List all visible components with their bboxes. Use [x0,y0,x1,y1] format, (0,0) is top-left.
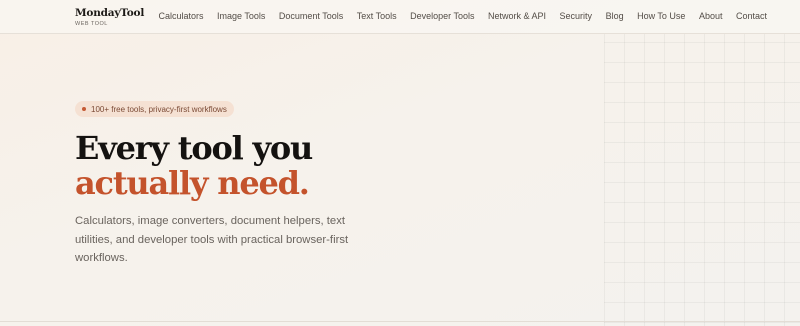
page: MondayTool WEB TOOL Calculators Image To… [0,0,800,326]
nav-developer-tools[interactable]: Developer Tools [410,11,474,21]
nav-blog[interactable]: Blog [606,11,624,21]
brand-logo[interactable]: MondayTool WEB TOOL [75,7,145,28]
hero-headline-line1: Every tool you [75,129,313,167]
site-header: MondayTool WEB TOOL Calculators Image To… [0,0,800,34]
nav-image-tools[interactable]: Image Tools [217,11,265,21]
nav-security[interactable]: Security [560,11,593,21]
hero-headline-line2: actually need. [75,164,310,202]
nav-contact[interactable]: Contact [736,11,767,21]
nav-how-to-use[interactable]: How To Use [637,11,685,21]
badge-dot-icon [82,107,86,111]
nav-about[interactable]: About [699,11,723,21]
hero-badge-label: 100+ free tools, privacy-first workflows [91,104,227,114]
brand-name: MondayTool [75,7,145,19]
hero-badge: 100+ free tools, privacy-first workflows [75,101,234,117]
hero-section: 100+ free tools, privacy-first workflows… [75,98,595,268]
main-nav: Calculators Image Tools Document Tools T… [159,11,768,21]
nav-document-tools[interactable]: Document Tools [279,11,343,21]
brand-subtitle: WEB TOOL [75,21,108,27]
hero-description: Calculators, image converters, document … [75,215,349,264]
hero-headline: Every tool you actually need. [75,131,595,201]
nav-network-api[interactable]: Network & API [488,11,546,21]
nav-text-tools[interactable]: Text Tools [357,11,397,21]
nav-calculators[interactable]: Calculators [159,11,204,21]
section-divider [0,321,800,322]
background-grid-decoration [604,34,800,326]
